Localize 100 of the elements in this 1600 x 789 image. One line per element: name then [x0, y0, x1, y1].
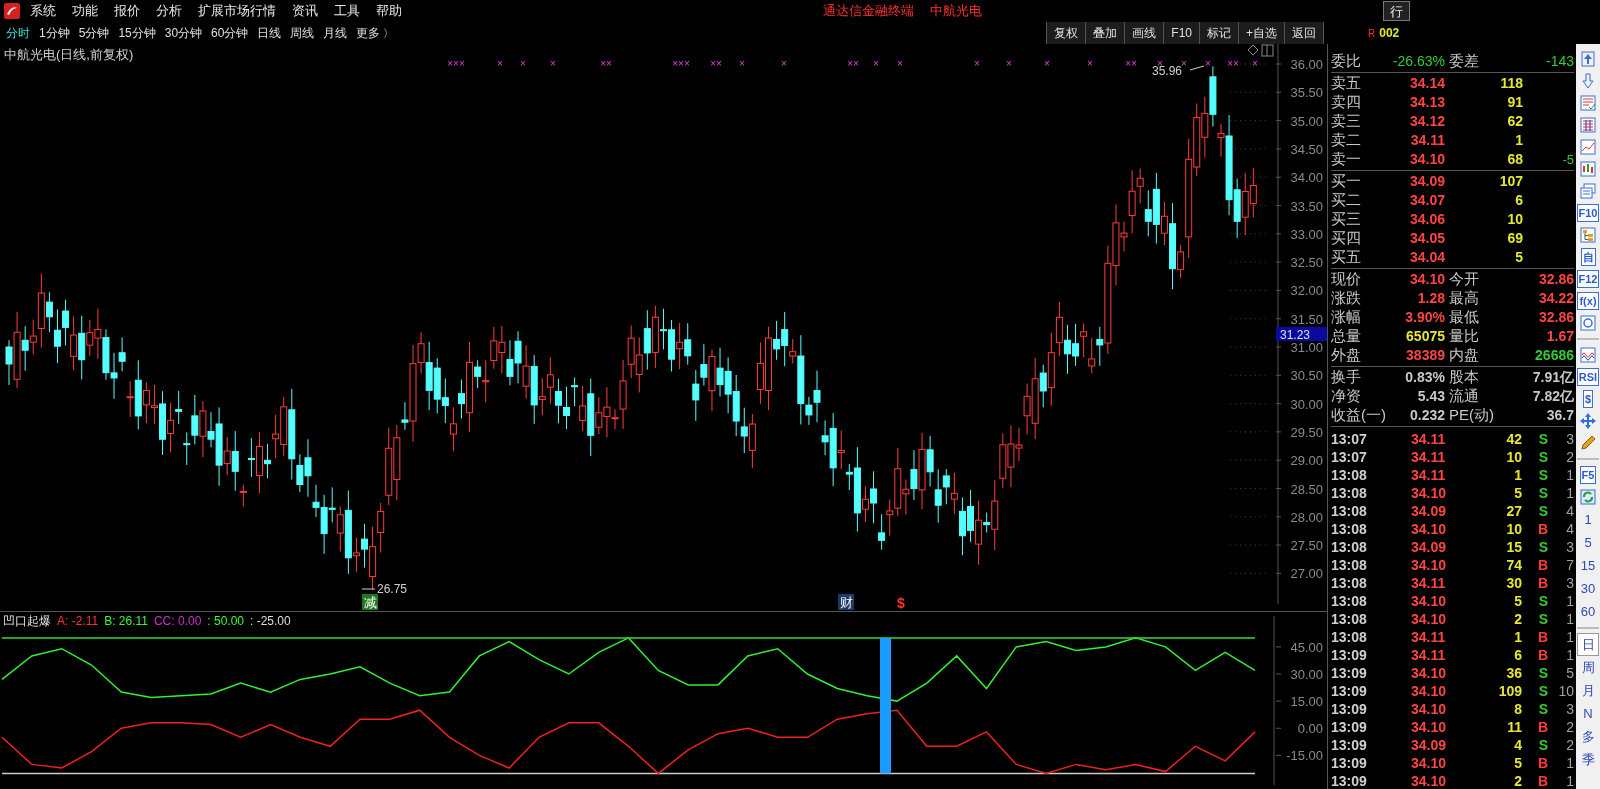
period-tab[interactable]: 1分钟: [39, 24, 70, 42]
menu-item[interactable]: 扩展市场行情: [198, 1, 276, 21]
arrow-up-icon[interactable]: [1579, 50, 1597, 68]
period-tab[interactable]: 日线: [257, 24, 282, 42]
menu-item[interactable]: 工具: [334, 1, 360, 21]
toolbar-button[interactable]: F10: [1163, 22, 1199, 44]
quote-value: 26686: [1534, 346, 1574, 365]
trade-side: B: [1536, 753, 1548, 773]
period-tab[interactable]: 周线: [290, 24, 315, 42]
arrow-down-icon[interactable]: [1579, 72, 1597, 90]
axis-label: 32.50: [1290, 255, 1323, 271]
price-tag: 31.23: [1276, 327, 1327, 342]
tree-icon[interactable]: [1579, 226, 1597, 244]
toolbar-button[interactable]: +自选: [1238, 22, 1284, 44]
more-arrow[interactable]: 〉: [383, 24, 395, 42]
tool-button[interactable]: F12: [1576, 270, 1600, 288]
tool-button[interactable]: RSI: [1576, 368, 1600, 386]
menu-item[interactable]: 报价: [114, 1, 140, 21]
tool-button[interactable]: 自: [1580, 248, 1596, 266]
book-volume: 6: [1514, 191, 1523, 210]
signal-mark: ×: [1006, 58, 1012, 69]
wave-icon[interactable]: [1579, 346, 1597, 364]
period-button[interactable]: 30: [1577, 577, 1599, 600]
trade-time: 13:08: [1331, 465, 1368, 485]
tool-button[interactable]: $: [1582, 390, 1594, 408]
period-button[interactable]: N: [1577, 702, 1599, 725]
trade-side: B: [1536, 771, 1548, 789]
book-volume: 118: [1499, 74, 1523, 93]
quote-label: 外盘: [1331, 345, 1362, 366]
period-tab[interactable]: 60分钟: [211, 24, 249, 42]
line-chart-icon[interactable]: [1579, 138, 1597, 156]
toolbar-button[interactable]: 返回: [1284, 22, 1323, 44]
windows-icon[interactable]: [1579, 182, 1597, 200]
period-tab[interactable]: 月线: [323, 24, 348, 42]
menu-item[interactable]: 系统: [30, 1, 56, 21]
trade-volume: 27: [1505, 501, 1522, 521]
period-tab[interactable]: 5分钟: [78, 24, 110, 42]
period-button[interactable]: 季: [1577, 748, 1599, 771]
signal-mark: ×: [1044, 58, 1050, 69]
menu-item[interactable]: 分析: [156, 1, 182, 21]
signal-mark: ×: [1087, 58, 1093, 69]
grid-icon[interactable]: [1579, 116, 1597, 134]
indicator-value: B: 26.11: [104, 614, 148, 628]
quote-value: -26.63%: [1391, 52, 1445, 71]
period-button[interactable]: 多: [1577, 725, 1599, 748]
trade-side: B: [1536, 645, 1548, 665]
period-tab[interactable]: 更多: [356, 24, 381, 42]
period-button[interactable]: 周: [1577, 656, 1599, 679]
trade-count: 1: [1565, 645, 1574, 665]
tool-button[interactable]: F5: [1579, 466, 1597, 484]
signal-mark: ××: [710, 58, 722, 69]
menu-item[interactable]: 功能: [72, 1, 98, 21]
quote-label: 最高: [1449, 288, 1480, 309]
book-change: -5: [1561, 150, 1574, 169]
toolbar-button[interactable]: 复权: [1046, 22, 1086, 44]
period-tab[interactable]: 30分钟: [164, 24, 203, 42]
tool-button[interactable]: f(x): [1577, 292, 1599, 310]
period-button[interactable]: 日: [1577, 633, 1599, 656]
trade-volume: 11: [1506, 717, 1522, 737]
toolbar-button[interactable]: 画线: [1124, 22, 1164, 44]
trade-volume: 2: [1513, 771, 1522, 789]
toolbar-button[interactable]: 叠加: [1085, 22, 1125, 44]
period-tab[interactable]: 15分钟: [118, 24, 156, 42]
quote-value: 32.86: [1537, 270, 1574, 289]
trade-volume: 4: [1513, 735, 1522, 755]
quote-value: 7.82亿: [1531, 387, 1574, 406]
menu-button[interactable]: 行: [1383, 1, 1410, 21]
trade-time: 13:09: [1331, 717, 1368, 737]
trade-count: 3: [1565, 699, 1574, 719]
trade-side: S: [1537, 699, 1548, 719]
table-icon[interactable]: [1579, 94, 1597, 112]
signal-mark: ×: [1252, 58, 1258, 69]
trade-count: 1: [1565, 627, 1574, 647]
trade-side: S: [1537, 483, 1548, 503]
pencil-icon[interactable]: [1579, 434, 1597, 452]
period-tab[interactable]: 分时: [6, 24, 30, 42]
window-icon[interactable]: [1261, 44, 1274, 57]
quote-label: 净资: [1331, 386, 1362, 407]
move-icon[interactable]: [1579, 412, 1597, 430]
diamond-icon[interactable]: [1247, 44, 1259, 56]
menu-item[interactable]: 帮助: [376, 1, 402, 21]
period-button[interactable]: 月: [1577, 679, 1599, 702]
trade-side: B: [1536, 519, 1548, 539]
indicator-value: A: -2.11: [57, 614, 99, 628]
refresh-icon[interactable]: [1579, 488, 1597, 506]
trade-volume: 5: [1513, 591, 1522, 611]
tool-button[interactable]: F10: [1576, 204, 1600, 222]
trade-volume: 8: [1513, 699, 1522, 719]
toolbar-button[interactable]: 标记: [1199, 22, 1238, 44]
trade-price: 34.11: [1411, 429, 1447, 449]
period-button[interactable]: 60: [1577, 600, 1599, 623]
period-button[interactable]: 1: [1577, 508, 1599, 531]
signal-mark: ×: [781, 58, 787, 69]
menu-item[interactable]: 资讯: [292, 1, 318, 21]
book-volume: 62: [1506, 112, 1523, 131]
period-button[interactable]: 15: [1577, 554, 1599, 577]
quote-value: 65075: [1405, 327, 1445, 346]
candlestick-icon[interactable]: [1579, 160, 1597, 178]
period-button[interactable]: 5: [1577, 531, 1599, 554]
trade-time: 13:08: [1331, 555, 1368, 575]
